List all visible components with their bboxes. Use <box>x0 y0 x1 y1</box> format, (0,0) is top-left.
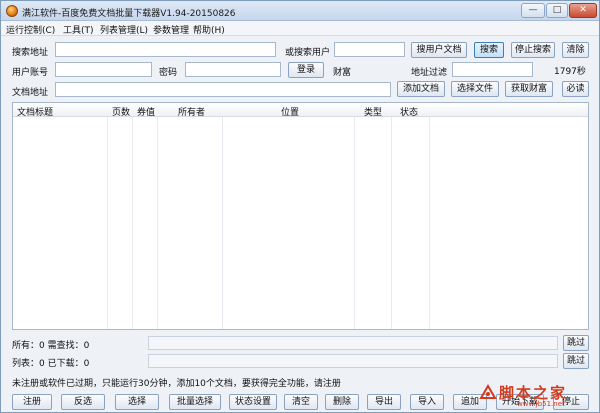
delete-button[interactable]: 删除 <box>325 394 359 410</box>
skip-button-all[interactable]: 跳过 <box>563 335 589 351</box>
menu-tools[interactable]: 工具(T) <box>63 23 94 36</box>
clear-all-button[interactable]: 清空 <box>284 394 318 410</box>
column-header-type[interactable]: 类型 <box>364 105 382 118</box>
search-button[interactable]: 搜索 <box>474 42 504 58</box>
menu-bar: 运行控制(C) 工具(T) 列表管理(L) 参数管理 帮助(H) <box>1 21 599 36</box>
doc-url-label: 文档地址 <box>12 88 49 98</box>
column-header-title[interactable]: 文档标题 <box>17 105 53 118</box>
password-input[interactable] <box>185 62 281 77</box>
window-title: 满江软件-百度免费文档批量下载器V1.94-20150826 <box>22 9 236 19</box>
column-divider <box>429 103 430 329</box>
status-list-text: 列表：0 已下载：0 <box>12 359 90 369</box>
menu-run-control[interactable]: 运行控制(C) <box>6 23 55 36</box>
register-button[interactable]: 注册 <box>12 394 52 410</box>
progress-bar-list <box>148 354 558 368</box>
menu-list-management[interactable]: 列表管理(L) <box>100 23 148 36</box>
close-button[interactable]: ✕ <box>569 3 597 18</box>
column-divider <box>354 103 355 329</box>
login-button[interactable]: 登录 <box>288 62 324 78</box>
column-divider <box>157 103 158 329</box>
search-user-docs-button[interactable]: 搜用户文档 <box>411 42 467 58</box>
title-bar: 满江软件-百度免费文档批量下载器V1.94-20150826 — □ ✕ <box>1 1 599 21</box>
status-settings-button[interactable]: 状态设置 <box>229 394 277 410</box>
column-header-pages[interactable]: 页数 <box>112 105 130 118</box>
progress-bar-all <box>148 336 558 350</box>
column-divider <box>107 103 108 329</box>
url-filter-label: 地址过滤 <box>411 68 448 78</box>
wealth-label: 财富 <box>333 68 352 78</box>
column-divider <box>132 103 133 329</box>
get-wealth-button[interactable]: 获取财富 <box>505 81 553 97</box>
column-header-owner[interactable]: 所有者 <box>178 105 205 118</box>
list-header: 文档标题 页数 券值 所有者 位置 类型 状态 <box>13 103 588 118</box>
account-label: 用户账号 <box>12 68 49 78</box>
column-divider <box>391 103 392 329</box>
select-file-button[interactable]: 选择文件 <box>451 81 499 97</box>
column-header-coupon[interactable]: 券值 <box>137 105 155 118</box>
column-header-location[interactable]: 位置 <box>281 105 299 118</box>
search-url-label: 搜索地址 <box>12 48 49 58</box>
menu-parameters[interactable]: 参数管理 <box>153 23 189 36</box>
timer-readout: 1797秒 <box>554 67 586 77</box>
stop-search-button[interactable]: 停止搜索 <box>511 42 555 58</box>
batch-select-button[interactable]: 批量选择 <box>169 394 221 410</box>
search-user-label: 或搜索用户 <box>285 48 331 58</box>
status-all-row: 所有：0 需查找：0 <box>12 336 148 351</box>
clear-button[interactable]: 清除 <box>562 42 589 58</box>
watermark-logo-icon <box>479 384 497 399</box>
column-divider <box>222 103 223 329</box>
menu-help[interactable]: 帮助(H) <box>193 23 225 36</box>
status-list-row: 列表：0 已下载：0 <box>12 354 148 369</box>
invert-selection-button[interactable]: 反选 <box>61 394 105 410</box>
maximize-button[interactable]: □ <box>546 3 568 18</box>
registration-notice: 未注册或软件已过期，只能运行30分钟，添加10个文档，要获得完全功能，请注册 <box>12 379 341 389</box>
status-all-text: 所有：0 需查找：0 <box>12 341 90 351</box>
minimize-button[interactable]: — <box>521 3 545 18</box>
doc-url-input[interactable] <box>55 82 391 97</box>
app-logo-icon <box>6 5 18 17</box>
column-header-status[interactable]: 状态 <box>400 105 418 118</box>
search-user-input[interactable] <box>334 42 405 57</box>
account-input[interactable] <box>55 62 152 77</box>
select-button[interactable]: 选择 <box>115 394 159 410</box>
add-doc-button[interactable]: 添加文档 <box>397 81 445 97</box>
search-url-input[interactable] <box>55 42 276 57</box>
watermark-url: www.jb51.net <box>517 400 565 408</box>
skip-button-list[interactable]: 跳过 <box>563 353 589 369</box>
export-button[interactable]: 导出 <box>367 394 401 410</box>
password-label: 密码 <box>159 68 178 78</box>
app-window: 满江软件-百度免费文档批量下载器V1.94-20150826 — □ ✕ 运行控… <box>0 0 600 413</box>
url-filter-input[interactable] <box>452 62 533 77</box>
import-button[interactable]: 导入 <box>410 394 444 410</box>
must-read-button[interactable]: 必读 <box>562 81 589 97</box>
document-list[interactable]: 文档标题 页数 券值 所有者 位置 类型 状态 <box>12 102 589 330</box>
